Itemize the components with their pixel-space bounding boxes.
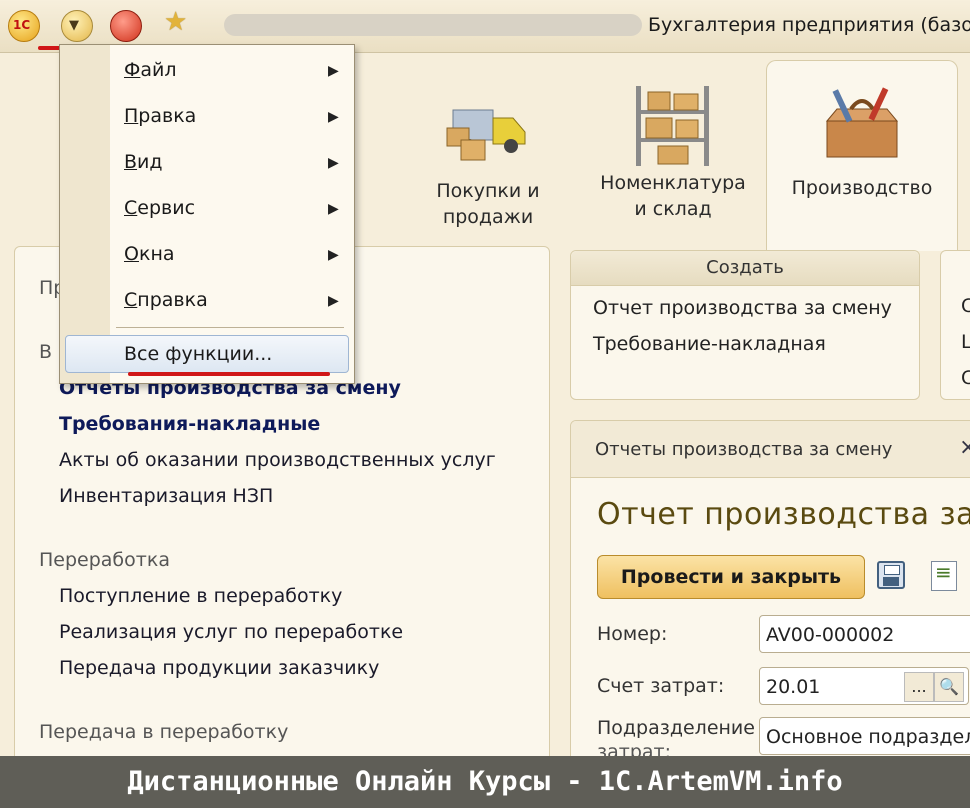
post-document-icon[interactable] [931,560,957,591]
menu-item-edit[interactable]: Правка [124,105,196,127]
hotkey-letter: С [124,289,138,311]
menu-separator [116,327,344,328]
section-label-line1: Покупки и [436,180,540,202]
section-production[interactable]: Производство [766,60,958,251]
nav-link-transfer-to-customer[interactable]: Передача продукции заказчику [59,657,379,679]
submenu-arrow-icon: ▶ [328,109,339,125]
number-field[interactable]: AV00-000002 [759,615,970,653]
main-menu-button[interactable]: ▼ [61,10,93,42]
cost-account-field[interactable]: 20.01 ... 🔍 [759,667,969,705]
cost-account-label: Счет затрат: [597,675,725,697]
select-button[interactable]: ... [904,672,934,702]
department-field[interactable]: Основное подраздел [759,717,970,755]
department-label: Подразделение [597,717,755,739]
chevron-down-icon: ▼ [69,18,79,33]
create-panel: Создать Отчет производства за смену Треб… [570,250,920,400]
section-label-line2: и склад [634,198,712,220]
menu-item-label: айл [140,59,177,81]
submenu-arrow-icon: ▶ [328,63,339,79]
nav-link-requisitions[interactable]: Требования-накладные [59,413,320,435]
document-window: Отчеты производства за смену × Отчет про… [570,420,970,782]
hotkey-letter: П [124,105,139,127]
submenu-arrow-icon: ▶ [328,247,339,263]
app-logo-icon[interactable]: 1С [8,10,40,42]
blurred-toolbar [224,14,642,36]
logo-text: 1С [13,18,31,32]
nav-link-wip-inventory[interactable]: Инвентаризация НЗП [59,485,273,507]
partial-text: С [961,295,970,317]
truck-boxes-icon [443,88,533,168]
submenu-arrow-icon: ▶ [328,201,339,217]
star-icon[interactable]: ★ [164,7,187,37]
document-tab-label: Отчеты производства за смену [595,439,893,460]
cost-account-value: 20.01 [766,676,821,698]
menu-item-label: ид [137,151,163,173]
document-tab[interactable]: Отчеты производства за смену × [571,421,970,478]
hotkey-letter: В [124,151,138,173]
menu-item-service[interactable]: Сервис [124,197,195,219]
hotkey-letter: О [124,243,139,265]
save-icon[interactable] [877,561,905,589]
section-nomenclature-warehouse[interactable]: Номенклатура и склад [590,80,756,222]
footer-banner: Дистанционные Онлайн Курсы - 1C.ArtemVM.… [0,756,970,808]
submenu-arrow-icon: ▶ [328,293,339,309]
highlight-underline [128,372,330,376]
hotkey-letter: Ф [124,59,141,81]
nav-link-receipt-processing[interactable]: Поступление в переработку [59,585,342,607]
partial-group-label: В [39,341,53,363]
document-title: Отчет производства за [597,497,970,532]
app-title: Бухгалтерия предприятия (базо [648,14,970,36]
hotkey-letter: С [124,197,138,219]
side-panel-partial: С Ц С [940,250,970,400]
menu-item-view[interactable]: Вид [124,151,163,173]
toolbox-icon [817,85,907,165]
section-purchases-sales[interactable]: Покупки и продажи [418,88,558,230]
post-and-close-button[interactable]: Провести и закрыть [597,555,865,599]
create-panel-title: Создать [571,251,919,286]
section-label: Производство [791,177,933,199]
menu-item-help[interactable]: Справка [124,289,208,311]
close-tab-icon[interactable]: × [959,435,970,460]
section-label-line1: Номенклатура [600,172,746,194]
create-link-shift-report[interactable]: Отчет производства за смену [593,297,892,319]
section-label-line2: продажи [442,206,534,228]
menu-item-windows[interactable]: Окна [124,243,175,265]
close-icon[interactable] [110,10,142,42]
menu-item-all-functions[interactable]: Все функции... [65,335,349,373]
partial-text: Ц [961,331,970,353]
nav-link-processing-services[interactable]: Реализация услуг по переработке [59,621,403,643]
group-title-processing: Переработка [39,549,170,571]
nav-link-service-acts[interactable]: Акты об оказании производственных услуг [59,449,496,471]
group-title-transfer: Передача в переработку [39,721,289,743]
menu-icon-strip [60,45,110,383]
main-menu-dropdown: Файл ▶ Правка ▶ Вид ▶ Сервис ▶ Окна ▶ Сп… [59,44,355,384]
number-label: Номер: [597,623,668,645]
submenu-arrow-icon: ▶ [328,155,339,171]
search-icon[interactable]: 🔍 [934,672,964,702]
menu-item-label: кна [138,243,175,265]
partial-text: С [961,367,970,389]
create-link-requisition[interactable]: Требование-накладная [593,333,826,355]
menu-item-label: ервис [137,197,196,219]
menu-item-label: равка [138,105,197,127]
menu-item-label: правка [137,289,208,311]
warehouse-shelves-icon [628,80,718,166]
menu-item-file[interactable]: Файл [124,59,177,81]
